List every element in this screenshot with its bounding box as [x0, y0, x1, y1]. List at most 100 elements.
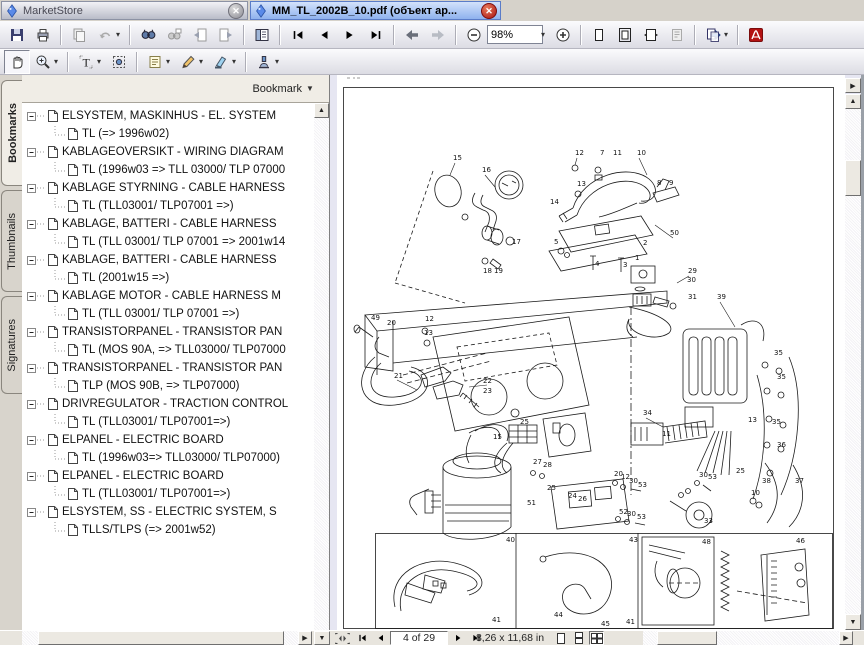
continuous-layout-button[interactable] [571, 631, 586, 645]
actual-size-button[interactable] [586, 23, 612, 47]
doc-hscroll-right-icon[interactable]: ▶ [839, 631, 853, 645]
fit-page-button[interactable] [612, 23, 638, 47]
previous-view-button[interactable] [187, 23, 213, 47]
first-page-button[interactable] [285, 23, 311, 47]
bookmark-menu-dropdown-icon[interactable]: ▼ [306, 84, 315, 93]
collapse-toggle-icon[interactable] [27, 472, 36, 481]
bookmark-label[interactable]: TL (TLL 03001/ TLP 07001 => 2001w14 [82, 236, 285, 248]
bookmark-label[interactable]: KABLAGE, BATTERI - CABLE HARNESS [62, 254, 277, 266]
bookmark-label[interactable]: DRIVREGULATOR - TRACTION CONTROL [62, 398, 288, 410]
pdf-page[interactable]: 1516127111013148950254311819172930313949… [337, 75, 845, 630]
fit-width-button[interactable] [638, 23, 664, 47]
go-back-button[interactable] [399, 23, 425, 47]
splitter-arrow-icon[interactable]: ▶ [845, 78, 861, 93]
collapse-toggle-icon[interactable] [27, 148, 36, 157]
text-select-tool-button[interactable]: T [73, 50, 99, 74]
note-tool-dropdown-icon[interactable]: ▾ [166, 57, 175, 66]
highlighter-tool-button[interactable] [208, 50, 234, 74]
bookmark-label[interactable]: TL (MOS 90A, => TLL03000/ TLP07000 [82, 344, 286, 356]
bookmark-label[interactable]: TL (TLL03001/ TLP07001 =>) [82, 200, 234, 212]
undo-button[interactable] [92, 23, 118, 47]
create-pdf-dropdown-icon[interactable]: ▾ [724, 30, 733, 39]
bookmark-item[interactable]: DRIVREGULATOR - TRACTION CONTROL [24, 395, 314, 413]
bookmark-subitem[interactable]: TL (MOS 90A, => TLL03000/ TLP07000 [24, 341, 314, 359]
bookmark-label[interactable]: TLLS/TLPS (=> 2001w52) [82, 524, 216, 536]
scroll-down-icon[interactable]: ▼ [845, 614, 861, 630]
close-icon[interactable]: ✕ [228, 3, 244, 19]
bookmark-item[interactable]: KABLAGE STYRNING - CABLE HARNESS [24, 179, 314, 197]
inactive-window-titlebar[interactable]: MarketStore ✕ [1, 1, 248, 20]
collapse-toggle-icon[interactable] [27, 184, 36, 193]
document-vertical-scrollbar[interactable]: ▶ ▲ ▼ [845, 75, 861, 630]
zoom-out-button[interactable] [461, 23, 487, 47]
collapse-toggle-icon[interactable] [27, 364, 36, 373]
bookmark-subitem[interactable]: TL (1996w03 => TLL 03000/ TLP 07000 [24, 161, 314, 179]
bookmark-label[interactable]: TL (2001w15 =>) [82, 272, 169, 284]
bookmark-label[interactable]: KABLAGE, BATTERI - CABLE HARNESS [62, 218, 277, 230]
note-tool-button[interactable] [142, 50, 168, 74]
active-window-titlebar[interactable]: MM_TL_2002B_10.pdf (объект ар... ✕ [250, 1, 501, 20]
bookmark-menu-label[interactable]: Bookmark [252, 83, 302, 95]
bm-vscroll-down-icon[interactable]: ▼ [314, 631, 330, 645]
close-icon[interactable]: ✕ [481, 3, 497, 19]
highlighter-dropdown-icon[interactable]: ▾ [232, 57, 241, 66]
bookmark-subitem[interactable]: TL (TLL 03001/ TLP 07001 =>) [24, 305, 314, 323]
save-button[interactable] [4, 23, 30, 47]
last-page-button[interactable] [363, 23, 389, 47]
find-button[interactable] [135, 23, 161, 47]
bookmark-label[interactable]: KABLAGE STYRNING - CABLE HARNESS [62, 182, 285, 194]
bookmark-item[interactable]: ELPANEL - ELECTRIC BOARD [24, 431, 314, 449]
previous-page-button[interactable] [372, 631, 388, 645]
bookmark-subitem[interactable]: TLLS/TLPS (=> 2001w52) [24, 521, 314, 539]
facing-layout-button[interactable] [589, 631, 604, 645]
zoom-in-button[interactable] [550, 23, 576, 47]
collapse-toggle-icon[interactable] [27, 292, 36, 301]
bookmark-item[interactable]: KABLAGEOVERSIKT - WIRING DIAGRAM [24, 143, 314, 161]
bookmark-label[interactable]: TL (TLL03001/ TLP07001=>) [82, 416, 230, 428]
text-select-dropdown-icon[interactable]: ▾ [97, 57, 106, 66]
bookmarks-panel-header[interactable]: Bookmark ▼ [22, 75, 329, 103]
bookmark-label[interactable]: TLP (MOS 90B, => TLP07000) [82, 380, 239, 392]
bookmark-subitem[interactable]: TL (TLL03001/ TLP07001=>) [24, 413, 314, 431]
reflow-button[interactable] [664, 23, 690, 47]
bookmark-subitem[interactable]: TL (TLL03001/ TLP07001=>) [24, 485, 314, 503]
bookmark-label[interactable]: TRANSISTORPANEL - TRANSISTOR PAN [62, 326, 282, 338]
bookmark-label[interactable]: ELSYSTEM, MASKINHUS - EL. SYSTEM [62, 110, 276, 122]
bookmark-label[interactable]: ELSYSTEM, SS - ELECTRIC SYSTEM, S [62, 506, 277, 518]
previous-page-button[interactable] [311, 23, 337, 47]
scroll-up-icon[interactable]: ▲ [845, 94, 861, 109]
collapse-toggle-icon[interactable] [27, 112, 36, 121]
scroll-up-icon[interactable]: ▲ [314, 103, 329, 118]
bookmark-label[interactable]: TL (TLL 03001/ TLP 07001 =>) [82, 308, 239, 320]
bookmark-subitem[interactable]: TL (TLL 03001/ TLP 07001 => 2001w14 [24, 233, 314, 251]
bm-hscroll-right-icon[interactable]: ▶ [298, 631, 312, 645]
bookmark-label[interactable]: ELPANEL - ELECTRIC BOARD [62, 470, 224, 482]
copy-button[interactable] [66, 23, 92, 47]
bookmark-label[interactable]: ELPANEL - ELECTRIC BOARD [62, 434, 224, 446]
zoom-tool-dropdown-icon[interactable]: ▾ [54, 57, 63, 66]
go-forward-button[interactable] [425, 23, 451, 47]
single-page-layout-button[interactable] [553, 631, 568, 645]
hand-tool-button[interactable] [4, 50, 30, 74]
bookmark-label[interactable]: KABLAGEOVERSIKT - WIRING DIAGRAM [62, 146, 284, 158]
bookmark-subitem[interactable]: TL (=> 1996w02) [24, 125, 314, 143]
create-pdf-button[interactable] [700, 23, 726, 47]
search-button[interactable] [161, 23, 187, 47]
acrobat-button[interactable] [743, 23, 769, 47]
tab-thumbnails[interactable]: Thumbnails [1, 190, 22, 292]
bookmark-subitem[interactable]: TL (1996w03=> TLL03000/ TLP07000) [24, 449, 314, 467]
navigation-panels-button[interactable] [249, 23, 275, 47]
collapse-toggle-icon[interactable] [27, 328, 36, 337]
page-indicator[interactable]: 4 of 29 [390, 631, 448, 645]
bookmark-subitem[interactable]: TL (2001w15 =>) [24, 269, 314, 287]
undo-dropdown-icon[interactable]: ▾ [116, 30, 125, 39]
doc-hscroll-thumb[interactable] [657, 631, 717, 645]
bookmark-item[interactable]: ELPANEL - ELECTRIC BOARD [24, 467, 314, 485]
bookmark-subitem[interactable]: TLP (MOS 90B, => TLP07000) [24, 377, 314, 395]
sign-tool-dropdown-icon[interactable]: ▾ [275, 57, 284, 66]
bm-hscroll-thumb[interactable] [38, 631, 284, 645]
bookmark-item[interactable]: TRANSISTORPANEL - TRANSISTOR PAN [24, 359, 314, 377]
collapse-toggle-icon[interactable] [27, 256, 36, 265]
zoom-dropdown-icon[interactable]: ▾ [541, 30, 550, 39]
print-button[interactable] [30, 23, 56, 47]
